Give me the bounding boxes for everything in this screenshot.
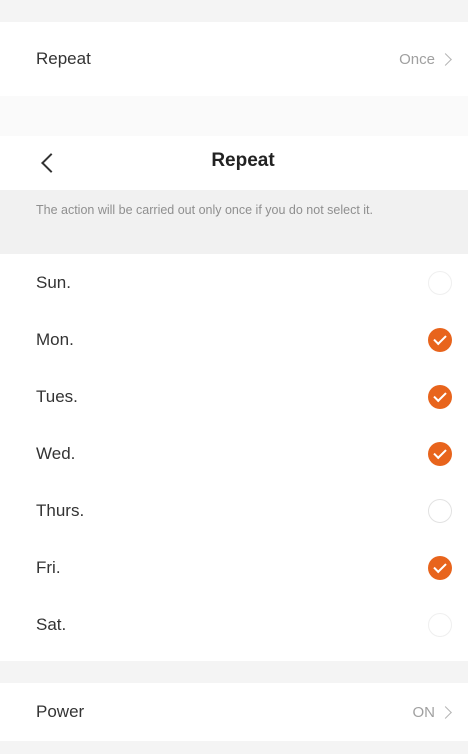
checkmark-icon [433,331,447,345]
day-option-mon[interactable]: Mon. [0,311,468,368]
checkbox-sun[interactable] [428,270,452,295]
repeat-setting-row[interactable]: Repeat Once [0,22,468,96]
day-label: Sat. [36,614,67,634]
checkbox-tues[interactable] [428,384,452,409]
checkbox-wed[interactable] [428,441,452,466]
checkbox-fri[interactable] [428,555,452,580]
checkbox-thurs[interactable] [428,498,452,523]
checkbox-mon[interactable] [428,327,452,352]
checkbox-sat[interactable] [428,612,452,637]
power-setting-label: Power [36,702,85,721]
repeat-notice: The action will be carried out only once… [0,190,468,254]
picker-header: Repeat [0,136,468,190]
top-divider [0,0,468,22]
day-option-sun[interactable]: Sun. [0,254,468,311]
section-divider [0,661,468,683]
day-label: Tues. [36,386,78,406]
repeat-setting-value: Once [399,50,435,68]
day-label: Mon. [36,329,74,349]
repeat-setting-label: Repeat [36,49,91,68]
day-option-thurs[interactable]: Thurs. [0,482,468,539]
day-option-sat[interactable]: Sat. [0,596,468,653]
day-list: Sun. Mon. Tues. Wed. Thurs. Fri. Sat. [0,254,468,653]
bottom-divider [0,741,468,754]
checkmark-icon [433,445,447,459]
day-option-fri[interactable]: Fri. [0,539,468,596]
chevron-right-icon [439,52,452,66]
day-option-wed[interactable]: Wed. [0,425,468,482]
chevron-right-icon [439,705,452,719]
day-option-tues[interactable]: Tues. [0,368,468,425]
day-label: Sun. [36,272,71,292]
day-label: Wed. [36,443,76,463]
power-setting-value: ON [412,703,436,721]
power-setting-row[interactable]: Power ON [0,683,468,741]
day-label: Thurs. [36,500,85,520]
day-label: Fri. [36,557,61,577]
section-divider [0,96,468,136]
checkmark-icon [433,388,447,402]
checkmark-icon [433,559,447,573]
page-title: Repeat [211,150,275,171]
